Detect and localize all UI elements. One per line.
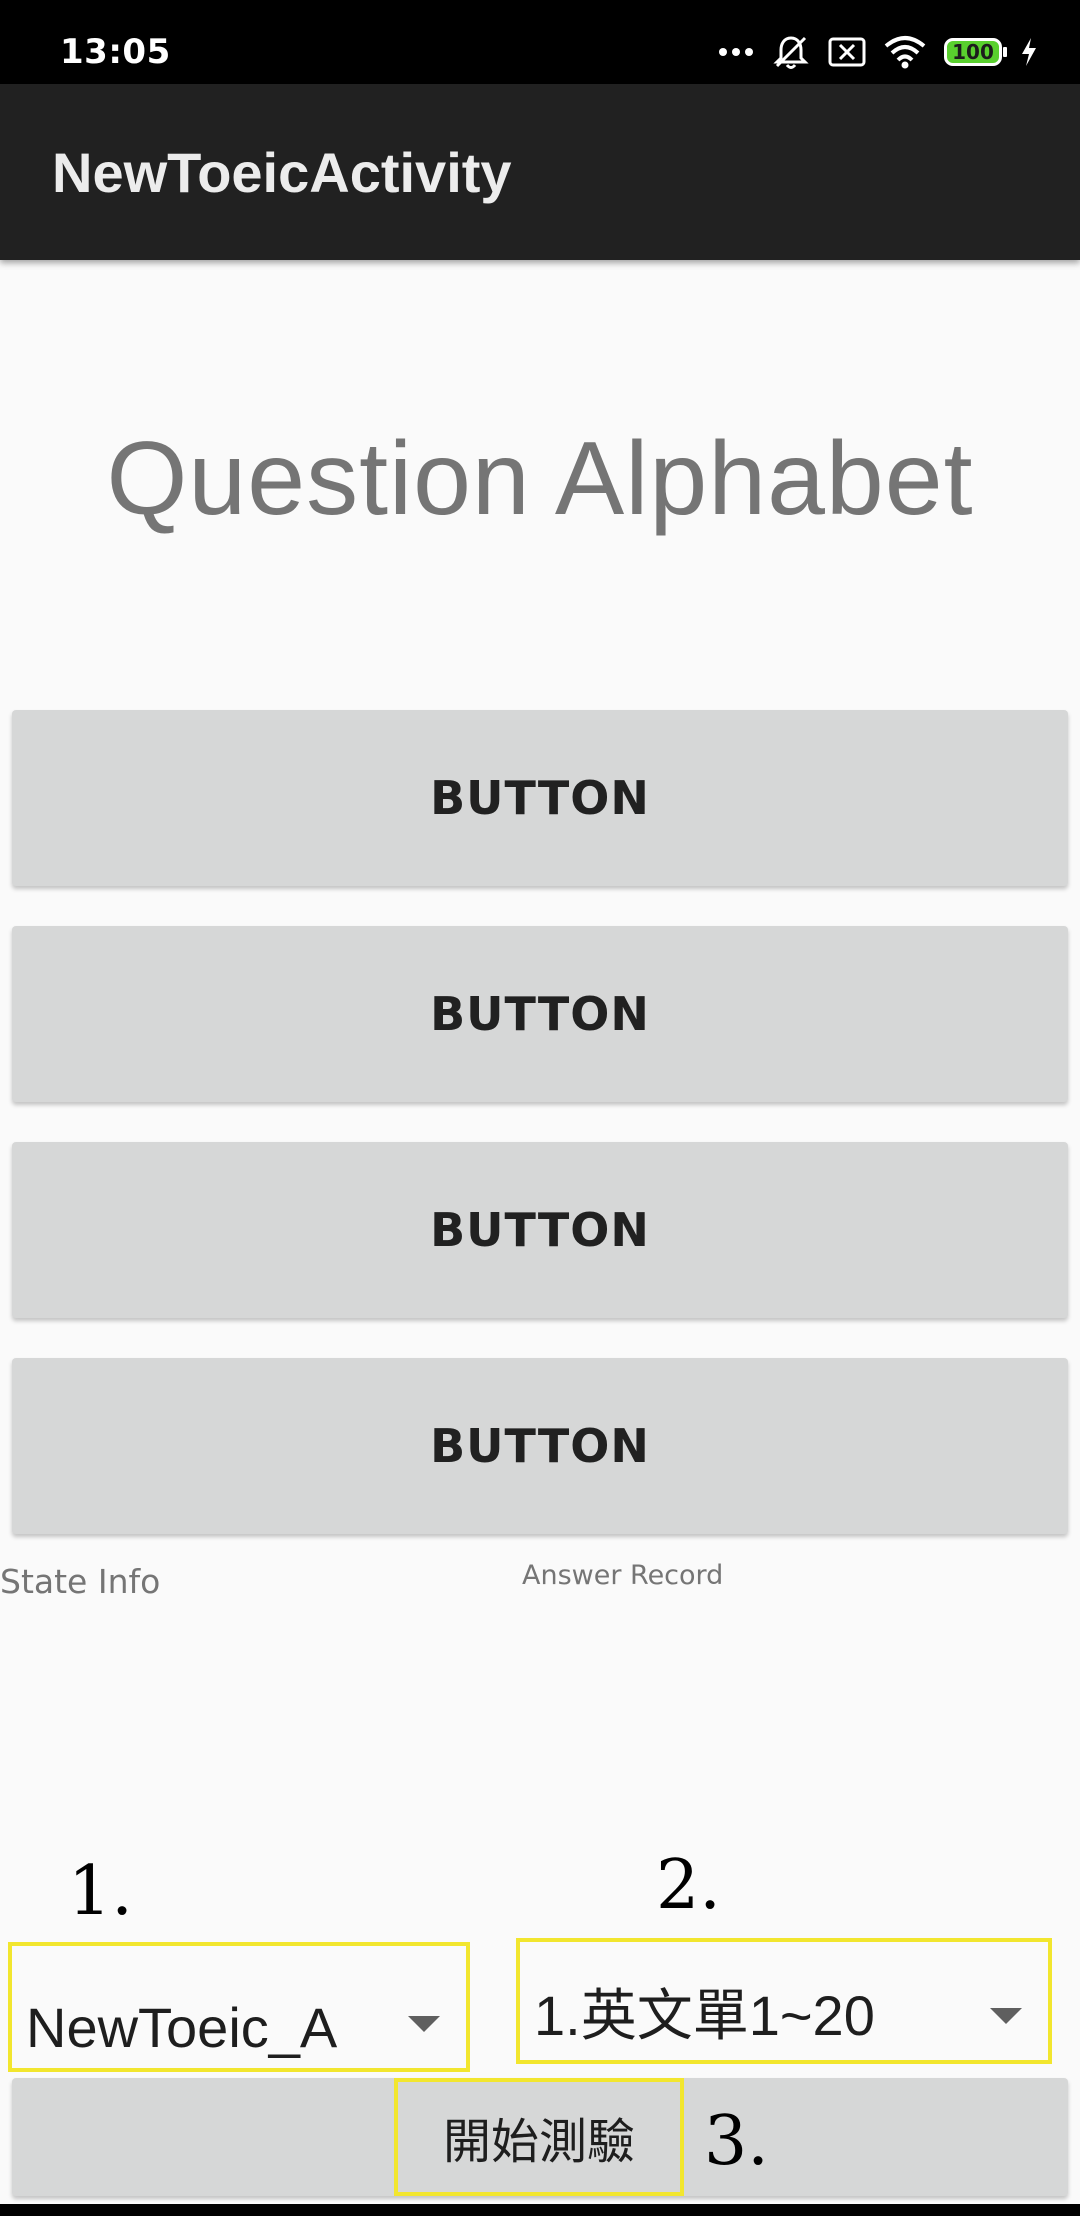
more-dots-icon — [718, 47, 754, 57]
dropdown-arrow-icon — [990, 2008, 1022, 2024]
notifications-muted-icon — [772, 33, 810, 71]
answer-button-3[interactable]: BUTTON — [12, 1142, 1068, 1318]
status-time: 13:05 — [60, 32, 171, 72]
state-info: State Info — [0, 1562, 161, 1601]
app-title: NewToeicActivity — [52, 141, 512, 204]
start-test-button[interactable]: 開始測驗 — [394, 2078, 684, 2196]
answer-button-4[interactable]: BUTTON — [12, 1358, 1068, 1534]
wifi-icon — [884, 35, 926, 69]
annotation-marker-1: 1. — [68, 1852, 133, 1931]
charging-bolt-icon — [1020, 37, 1038, 67]
app-bar: NewToeicActivity — [0, 84, 1080, 260]
annotation-marker-3: 3. — [704, 2102, 769, 2181]
question-text: Question Alphabet — [106, 421, 974, 537]
range-spinner[interactable]: 1.英文單1~20 — [516, 1938, 1052, 2064]
range-spinner-value: 1.英文單1~20 — [534, 1984, 875, 2047]
answer-record: Answer Record — [522, 1560, 724, 1591]
status-bar: 13:05 100 — [0, 0, 1080, 84]
book-spinner[interactable]: NewToeic_A — [8, 1942, 470, 2072]
book-spinner-value: NewToeic_A — [26, 1996, 338, 2059]
status-icons: 100 — [718, 30, 1038, 74]
annotation-marker-2: 2. — [656, 1846, 721, 1925]
dropdown-arrow-icon — [408, 2016, 440, 2032]
answer-button-1[interactable]: BUTTON — [12, 710, 1068, 886]
sim-x-icon — [828, 37, 866, 67]
answer-button-2[interactable]: BUTTON — [12, 926, 1068, 1102]
navigation-bar — [0, 2204, 1080, 2216]
battery-icon: 100 — [944, 38, 1007, 66]
